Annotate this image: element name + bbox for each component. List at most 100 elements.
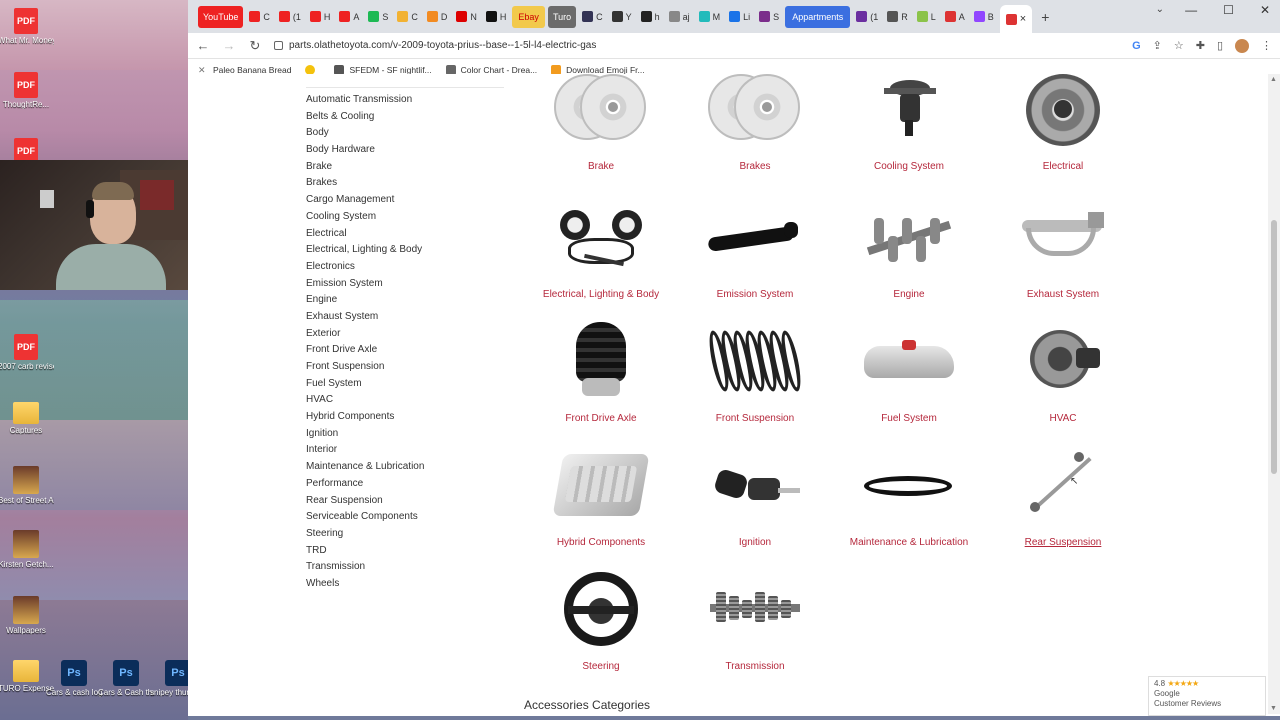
desktop-icon[interactable]: PDF 2007 carb revised ridi... (0, 334, 54, 371)
scroll-up-arrow-icon[interactable]: ▲ (1270, 76, 1277, 83)
sidebar-category-link[interactable]: Automatic Transmission (306, 92, 506, 109)
sidebar-category-link[interactable]: Wheels (306, 576, 506, 593)
category-image[interactable] (708, 446, 802, 526)
category-link[interactable]: Brakes (739, 161, 770, 172)
scroll-down-arrow-icon[interactable]: ▼ (1270, 705, 1277, 712)
google-lens-icon[interactable]: G (1132, 40, 1141, 52)
desktop-icon[interactable]: PDF What Mr. Money - G... (0, 8, 54, 45)
category-link[interactable]: Rear Suspension (1025, 537, 1102, 548)
desktop-psd-icon[interactable]: Ps Cars & Cash thumbnail... (98, 660, 154, 697)
reload-icon[interactable]: ↻ (248, 38, 262, 54)
category-tile[interactable]: Transmission (680, 570, 830, 680)
sidebar-category-link[interactable]: Body (306, 125, 506, 142)
tab-item[interactable]: D (424, 6, 451, 28)
desktop-icon[interactable]: Kirsten Getch... (0, 530, 54, 569)
tab-item[interactable]: h (638, 6, 663, 28)
sidebar-category-link[interactable]: Transmission (306, 559, 506, 576)
category-link[interactable]: Hybrid Components (557, 537, 645, 548)
category-link[interactable]: Engine (893, 289, 924, 300)
desktop-icon[interactable]: Wallpapers (4, 596, 48, 635)
url-text[interactable]: parts.olathetoyota.com/v-2009-toyota-pri… (289, 40, 596, 51)
category-link[interactable]: Maintenance & Lubrication (850, 537, 968, 548)
sidebar-category-link[interactable]: Fuel System (306, 376, 506, 393)
tab-item[interactable]: A (336, 6, 362, 28)
browser-menu-icon[interactable]: ⋮ (1261, 39, 1272, 52)
tab-item[interactable]: R (884, 6, 911, 28)
category-image[interactable] (862, 446, 956, 526)
desktop-icon[interactable]: Captures (4, 402, 48, 435)
category-image[interactable] (862, 322, 956, 402)
category-image[interactable]: ↖ (1016, 446, 1110, 526)
sidebar-category-link[interactable]: Ignition (306, 426, 506, 443)
category-link[interactable]: Brake (588, 161, 614, 172)
category-tile[interactable]: Cooling System (834, 74, 984, 180)
category-image[interactable] (1016, 74, 1110, 150)
category-link[interactable]: HVAC (1049, 413, 1076, 424)
url-field[interactable]: parts.olathetoyota.com/v-2009-toyota-pri… (274, 40, 1120, 51)
sidebar-category-link[interactable]: Maintenance & Lubrication (306, 459, 506, 476)
sidebar-category-link[interactable]: Cargo Management (306, 192, 506, 209)
sidebar-category-link[interactable]: Exterior (306, 326, 506, 343)
category-link[interactable]: Emission System (717, 289, 794, 300)
side-panel-icon[interactable]: ▯ (1217, 39, 1223, 52)
category-tile[interactable]: Electrical, Lighting & Body (526, 198, 676, 308)
profile-avatar[interactable] (1235, 38, 1249, 53)
tab-search-dropdown-icon[interactable]: ⌄ (1156, 4, 1164, 15)
category-image[interactable] (705, 322, 805, 402)
tab-item[interactable]: A (942, 6, 968, 28)
category-image[interactable] (554, 74, 648, 150)
category-tile[interactable]: ↖ Rear Suspension (988, 446, 1138, 556)
category-link[interactable]: Fuel System (881, 413, 937, 424)
tab-item[interactable]: S (756, 6, 782, 28)
category-image[interactable] (1016, 198, 1110, 278)
tab-item[interactable]: (1 (853, 6, 881, 28)
forward-arrow-icon[interactable]: → (222, 38, 236, 53)
close-window-button[interactable]: ✕ (1260, 3, 1270, 17)
category-tile[interactable]: Hybrid Components (526, 446, 676, 556)
category-tile[interactable]: Maintenance & Lubrication (834, 446, 984, 556)
category-tile[interactable]: Front Drive Axle (526, 322, 676, 432)
sidebar-category-link[interactable]: Brakes (306, 175, 506, 192)
category-link[interactable]: Steering (582, 661, 619, 672)
sidebar-category-link[interactable]: Performance (306, 476, 506, 493)
tab-ebay[interactable]: Ebay (512, 5, 545, 28)
desktop-icon[interactable]: Best of Street ARSA (0, 466, 54, 505)
bookmark-item[interactable]: SFEDM - SF nightlif... (334, 64, 432, 75)
tab-item[interactable]: H (483, 6, 510, 28)
category-image[interactable] (862, 198, 956, 278)
category-link[interactable]: Transmission (725, 661, 784, 672)
back-arrow-icon[interactable]: ← (196, 38, 210, 53)
sidebar-category-link[interactable]: Serviceable Components (306, 509, 506, 526)
category-image[interactable] (862, 74, 956, 150)
sidebar-category-link[interactable]: Electrical (306, 226, 506, 243)
category-link[interactable]: Front Drive Axle (565, 413, 636, 424)
category-tile[interactable]: Emission System (680, 198, 830, 308)
sidebar-category-link[interactable]: Front Drive Axle (306, 342, 506, 359)
tab-item[interactable]: L (914, 6, 939, 28)
category-link[interactable]: Ignition (739, 537, 771, 548)
desktop-psd-icon[interactable]: Ps snipey thumbn... (150, 660, 188, 697)
sidebar-category-link[interactable]: Body Hardware (306, 142, 506, 159)
tab-item[interactable]: Li (726, 6, 753, 28)
category-link[interactable]: Front Suspension (716, 413, 794, 424)
category-link[interactable]: Exhaust System (1027, 289, 1099, 300)
tab-close-icon[interactable]: × (1020, 13, 1026, 25)
category-image[interactable] (1016, 322, 1110, 402)
category-link[interactable]: Electrical (1043, 161, 1084, 172)
tab-item[interactable]: C (246, 6, 273, 28)
category-image[interactable] (707, 198, 802, 278)
maximize-button[interactable]: ☐ (1223, 3, 1234, 17)
sidebar-category-link[interactable]: Belts & Cooling (306, 109, 506, 126)
category-tile[interactable]: Brake (526, 74, 676, 180)
sidebar-category-link[interactable]: Rear Suspension (306, 493, 506, 510)
sidebar-category-link[interactable]: Front Suspension (306, 359, 506, 376)
sidebar-category-link[interactable]: Electrical, Lighting & Body (306, 242, 506, 259)
sidebar-category-link[interactable]: Hybrid Components (306, 409, 506, 426)
bookmark-item[interactable]: ✕ Paleo Banana Bread (198, 65, 291, 75)
category-image[interactable] (554, 570, 648, 650)
desktop-psd-icon[interactable]: Ps Cars & cash logo.psd (46, 660, 102, 697)
sidebar-category-link[interactable]: Emission System (306, 276, 506, 293)
minimize-button[interactable]: — (1185, 3, 1197, 17)
category-image[interactable] (708, 570, 802, 650)
category-link[interactable]: Electrical, Lighting & Body (543, 289, 659, 300)
